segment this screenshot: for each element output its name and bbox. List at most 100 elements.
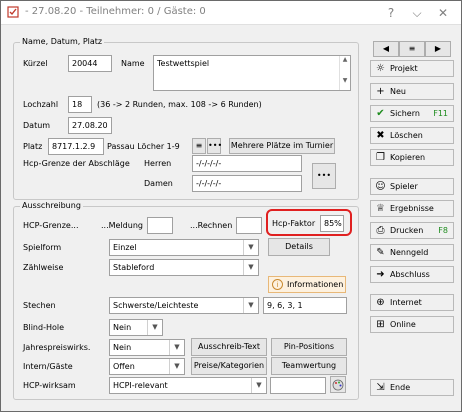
printer-icon: ⎙ [376,225,385,236]
fee-icon: ✎ [376,247,385,258]
help-icon[interactable]: ? [383,5,399,21]
jahrespreis-select[interactable]: Nein ▼ [109,339,185,356]
ausschreib-text-button[interactable]: Ausschreib-Text [191,338,267,356]
blind-hole-select[interactable]: Nein ▼ [109,319,163,336]
minimize-icon[interactable]: ⌵ [409,5,425,21]
projekt-icon: ☼ [376,63,385,74]
jahrespreis-label: Jahrespreiswirks. [23,343,91,352]
spielform-select[interactable]: Einzel ▼ [109,239,259,256]
blind-hole-label: Blind-Hole [23,323,65,332]
rechnen-label: ...Rechnen [190,221,233,230]
details-button[interactable]: Details [268,238,330,256]
hcp-wirksam-value: HCPI-relevant [113,381,168,390]
finish-icon: ➜ [376,269,385,280]
hcp-wirksam-select[interactable]: HCPI-relevant ▼ [109,377,267,394]
meldung-label: ...Meldung [101,221,143,230]
platz-label: Platz [23,142,43,151]
datum-label: Datum [23,121,51,130]
close-icon[interactable]: ✕ [435,5,451,21]
preise-kategorien-button[interactable]: Preise/Kategorien [191,357,267,375]
sidebar-ergebnisse-button[interactable]: ♕ Ergebnisse [370,200,454,217]
intern-gaeste-select[interactable]: Offen ▼ [109,358,185,375]
spielform-label: Spielform [23,243,62,252]
previous-record-button[interactable]: ◀ [373,41,399,57]
title-bar: - 27.08.20 - Teilnehmer: 0 / Gäste: 0 ? … [1,1,461,25]
platz-input[interactable]: 8717.1.2.9 [48,138,104,155]
group-title: Name, Datum, Platz [20,37,105,46]
menu-icon[interactable]: ≡ [399,41,425,57]
sidebar-drucken-button[interactable]: ⎙ Drucken F8 [370,222,454,239]
hcp-wirksam-label: HCP-wirksam [23,381,76,390]
stechen-select[interactable]: Schwerste/Leichteste ▼ [109,297,259,314]
sidebar-online-button[interactable]: ⊞ Online [370,316,454,333]
checkmark-icon: ✔ [376,108,385,119]
exit-icon: ⇲ [376,382,385,393]
kuerzel-input[interactable]: 20044 [68,55,112,72]
sidebar-label: Sichern [390,109,420,118]
herren-input[interactable]: -/-/-/-/- [192,155,302,172]
teamwertung-button[interactable]: Teamwertung [271,357,347,375]
info-icon: i [272,279,283,290]
sidebar-spieler-button[interactable]: ☺ Spieler [370,178,454,195]
plus-icon: + [376,86,385,97]
sidebar-loeschen-button[interactable]: ✖ Löschen [370,127,454,144]
sidebar-label: Spieler [390,182,418,191]
sidebar-label: Drucken [390,226,424,235]
jahrespreis-value: Nein [113,343,132,352]
damen-input[interactable]: -/-/-/-/- [192,175,302,192]
palette-icon[interactable] [330,376,346,393]
name-input[interactable]: Testwettspiel [153,55,351,91]
mehrere-plaetze-button[interactable]: Mehrere Plätze im Turnier [229,138,335,154]
group-title: Ausschreibung [20,201,83,210]
zaehlweise-select[interactable]: Stableford ▼ [109,259,259,276]
shortcut-label: F8 [438,226,448,235]
sidebar-label: Kopieren [390,153,426,162]
sidebar-abschluss-button[interactable]: ➜ Abschluss [370,266,454,283]
sidebar-projekt-button[interactable]: ☼ Projekt [370,60,454,77]
lochzahl-input[interactable]: 18 [68,96,92,113]
app-icon [7,6,19,18]
sidebar-nenngeld-button[interactable]: ✎ Nenngeld [370,244,454,261]
sidebar-kopieren-button[interactable]: ❐ Kopieren [370,149,454,166]
zaehlweise-value: Stableford [113,263,155,272]
sidebar-label: Projekt [390,64,418,73]
sidebar-ende-button[interactable]: ⇲ Ende [370,379,454,396]
lochzahl-note: (36 -> 2 Runden, max. 108 -> 6 Runden) [97,100,262,109]
sidebar-label: Neu [390,87,406,96]
sidebar-label: Online [390,320,416,329]
name-scrollbar[interactable]: ▲ ▼ [339,56,350,90]
pin-positions-button[interactable]: Pin-Positions [271,338,347,356]
hcp-grenze-label: HCP-Grenze... [23,221,79,230]
hcp-wirksam-input[interactable] [270,377,326,394]
hcp-grenze-abschlaege-label: Hcp-Grenze der Abschläge [23,159,130,168]
hcp-faktor-highlight [266,209,352,236]
chevron-down-icon: ▼ [243,298,258,313]
rechnen-input[interactable] [236,217,262,234]
chevron-down-icon: ▼ [169,340,184,355]
stechen-holes-input[interactable]: 9, 6, 3, 1 [263,297,347,314]
dialog-window: - 27.08.20 - Teilnehmer: 0 / Gäste: 0 ? … [0,0,462,412]
sidebar-internet-button[interactable]: ⊕ Internet [370,294,454,311]
sidebar-sichern-button[interactable]: ✔ Sichern F11 [370,105,454,122]
kuerzel-label: Kürzel [23,59,48,68]
platz-name: Passau Löcher 1-9 [107,142,180,151]
stechen-label: Stechen [23,301,56,310]
lochzahl-label: Lochzahl [23,100,59,109]
herren-damen-more-button[interactable]: ••• [312,163,336,189]
delete-icon: ✖ [376,130,385,141]
sidebar-neu-button[interactable]: + Neu [370,83,454,100]
chevron-down-icon: ▼ [243,260,258,275]
damen-label: Damen [144,179,173,188]
copy-icon: ❐ [376,152,385,163]
more-icon[interactable]: ••• [207,138,222,154]
sidebar-label: Abschluss [390,270,430,279]
window-title: - 27.08.20 - Teilnehmer: 0 / Gäste: 0 [25,6,206,17]
meldung-input[interactable] [147,217,173,234]
chevron-down-icon: ▼ [243,240,258,255]
list-icon[interactable]: ≡ [192,138,206,154]
next-record-button[interactable]: ▶ [425,41,451,57]
chevron-down-icon: ▼ [147,320,162,335]
informationen-button[interactable]: i Informationen [268,276,346,293]
stechen-value: Schwerste/Leichteste [113,301,199,310]
datum-input[interactable]: 27.08.20 [68,117,112,134]
